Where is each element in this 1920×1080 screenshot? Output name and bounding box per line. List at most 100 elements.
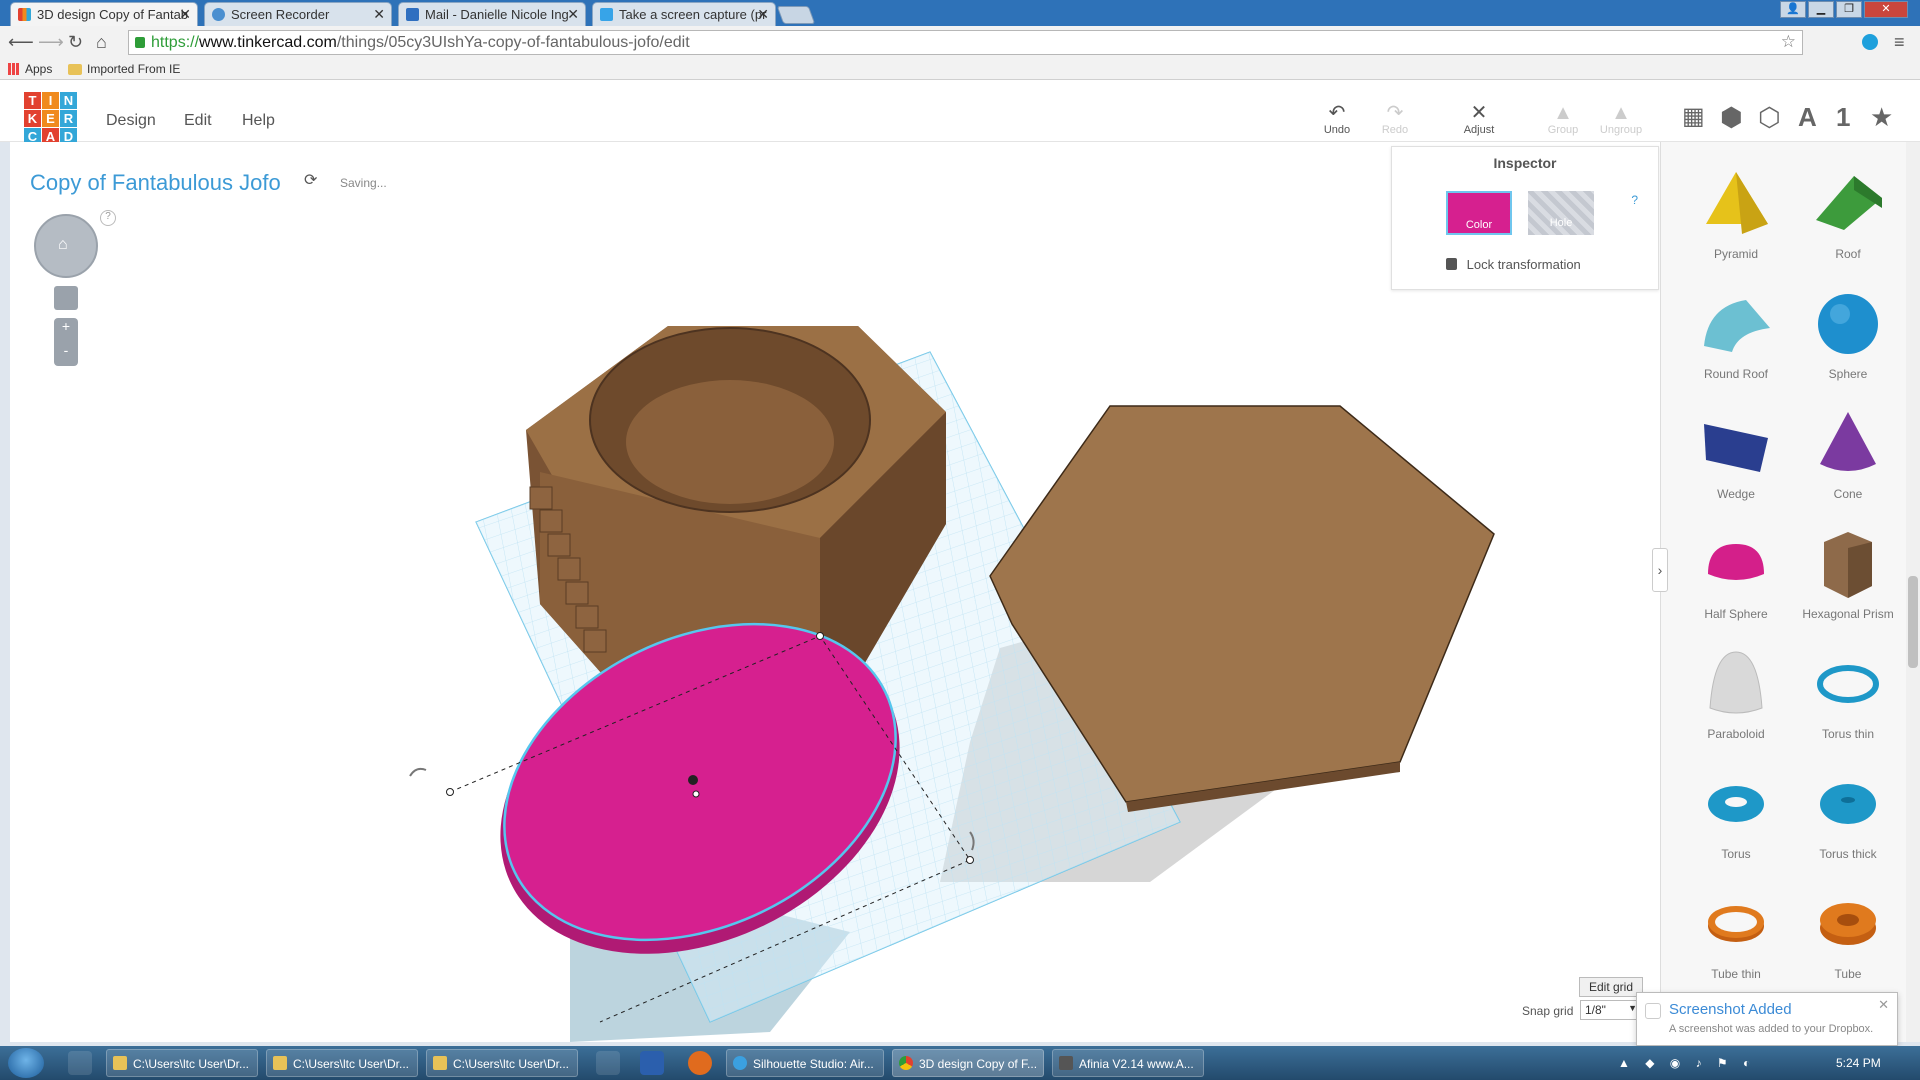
panel-scrollbar[interactable] <box>1906 142 1920 1042</box>
taskbar-chrome-tinkercad[interactable]: 3D design Copy of F... <box>892 1049 1044 1077</box>
zoom-control[interactable]: + - <box>54 318 78 366</box>
adjust-button[interactable]: ✕ Adjust <box>1454 102 1504 136</box>
skype-extension-icon[interactable] <box>1862 34 1878 50</box>
favorites-star-icon[interactable]: ★ <box>1870 102 1893 133</box>
taskbar-folder-1[interactable]: C:\Users\ltc User\Dr... <box>106 1049 258 1077</box>
close-tab-icon[interactable]: ✕ <box>373 6 385 23</box>
inspector-help-icon[interactable]: ? <box>1631 193 1638 207</box>
minimize-button[interactable]: ▁ <box>1808 1 1834 18</box>
browser-tab-recorder[interactable]: Screen Recorder ✕ <box>204 2 392 26</box>
chrome-menu-icon[interactable]: ≡ <box>1894 32 1905 53</box>
home-view-icon[interactable]: ⌂ <box>58 236 68 254</box>
ungroup-icon: ▲ <box>1611 102 1631 124</box>
taskbar-folder-3[interactable]: C:\Users\ltc User\Dr... <box>426 1049 578 1077</box>
tinkercad-logo[interactable]: T I N K E R C A D <box>24 92 77 145</box>
shape-pyramid[interactable]: Pyramid <box>1681 168 1791 261</box>
number-tool-icon[interactable]: 1 <box>1836 102 1850 133</box>
forward-icon[interactable]: ⟶ <box>38 32 64 53</box>
dropbox-notification[interactable]: Screenshot Added A screenshot was added … <box>1636 992 1898 1046</box>
shape-torus-thick[interactable]: Torus thick <box>1793 768 1903 861</box>
shape-cone[interactable]: Cone <box>1793 408 1903 501</box>
user-icon[interactable]: 👤 <box>1780 1 1806 18</box>
shape-roof[interactable]: Roof <box>1793 168 1903 261</box>
ungroup-button[interactable]: ▲ Ungroup <box>1596 102 1646 136</box>
resize-handle[interactable] <box>816 632 824 640</box>
menu-help[interactable]: Help <box>242 112 275 130</box>
new-tab-button[interactable] <box>776 6 816 24</box>
browser-tab-tinkercad[interactable]: 3D design Copy of Fantab ✕ <box>10 2 198 26</box>
shape-sphere[interactable]: Sphere <box>1793 288 1903 381</box>
edit-grid-button[interactable]: Edit grid <box>1579 977 1643 997</box>
zoom-in-icon[interactable]: + <box>54 318 78 334</box>
center-handle[interactable] <box>692 790 700 798</box>
resize-handle[interactable] <box>446 788 454 796</box>
back-icon[interactable]: ⟵ <box>8 32 34 53</box>
lock-icon <box>1446 258 1457 270</box>
navigation-help-icon[interactable]: ? <box>100 210 116 226</box>
zoom-out-icon[interactable]: - <box>54 342 78 358</box>
apps-grid-icon <box>8 63 20 75</box>
bookmark-apps[interactable]: Apps <box>8 62 52 76</box>
logo-letter: E <box>42 110 59 127</box>
snap-grid-select[interactable]: 1/8" ▼ <box>1580 1000 1642 1020</box>
close-tab-icon[interactable]: ✕ <box>757 6 769 23</box>
bookmark-imported-from-ie[interactable]: Imported From IE <box>68 62 180 76</box>
view-cube-button[interactable] <box>54 286 78 310</box>
resize-handle[interactable] <box>966 856 974 864</box>
color-swatch-button[interactable]: Color <box>1446 191 1512 235</box>
logo-letter: T <box>24 92 41 109</box>
group-button[interactable]: ▲ Group <box>1538 102 1588 136</box>
shape-half-sphere[interactable]: Half Sphere <box>1681 528 1791 621</box>
shape-tube-thin[interactable]: Tube thin <box>1681 888 1791 981</box>
wireframe-view-icon[interactable]: ⬡ <box>1758 102 1781 133</box>
adjust-icon: ✕ <box>1470 102 1488 124</box>
taskbar-afinia[interactable]: Afinia V2.14 www.A... <box>1052 1049 1204 1077</box>
bookmark-star-icon[interactable]: ☆ <box>1781 32 1796 52</box>
menu-edit[interactable]: Edit <box>184 112 212 130</box>
tinkercad-header: T I N K E R C A D Design Edit Help ↶ Und… <box>0 80 1920 145</box>
shape-torus-thin[interactable]: Torus thin <box>1793 648 1903 741</box>
shape-torus[interactable]: Torus <box>1681 768 1791 861</box>
grid-view-icon[interactable]: ▦ <box>1682 102 1705 131</box>
lock-transformation-toggle[interactable]: Lock transformation <box>1446 257 1581 272</box>
close-tab-icon[interactable]: ✕ <box>567 6 579 23</box>
folder-icon <box>273 1056 287 1070</box>
undo-button[interactable]: ↶ Undo <box>1312 102 1362 136</box>
browser-tab-mail[interactable]: Mail - Danielle Nicole Ing ✕ <box>398 2 586 26</box>
text-tool-icon[interactable]: A <box>1798 102 1817 133</box>
shape-round-roof[interactable]: Round Roof <box>1681 288 1791 381</box>
browser-tab-screen-capture[interactable]: Take a screen capture (pr ✕ <box>592 2 776 26</box>
taskbar-silhouette-studio[interactable]: Silhouette Studio: Air... <box>726 1049 884 1077</box>
scrollbar-thumb[interactable] <box>1908 576 1918 668</box>
height-handle[interactable] <box>688 775 698 785</box>
close-tab-icon[interactable]: ✕ <box>179 6 191 23</box>
design-title[interactable]: Copy of Fantabulous Jofo <box>30 170 281 196</box>
system-tray-icons[interactable]: ▲ ◆ ◉ ♪ ⚑ ◐ <box>1618 1056 1756 1070</box>
firefox-taskbar-icon[interactable] <box>688 1051 712 1075</box>
url-field[interactable]: https://www.tinkercad.com/things/05cy3UI… <box>128 30 1803 55</box>
shape-hexagonal-prism[interactable]: Hexagonal Prism <box>1793 528 1903 621</box>
redo-button[interactable]: ↷ Redo <box>1370 102 1420 136</box>
hole-swatch-button[interactable]: Hole <box>1528 191 1594 235</box>
refresh-icon[interactable]: ⟳ <box>304 170 317 190</box>
taskbar-clock[interactable]: 5:24 PM <box>1836 1056 1881 1070</box>
folder-icon <box>113 1056 127 1070</box>
media-player-taskbar-icon[interactable] <box>596 1051 620 1075</box>
shape-wedge[interactable]: Wedge <box>1681 408 1791 501</box>
shape-tube[interactable]: Tube <box>1793 888 1903 981</box>
reload-icon[interactable]: ↻ <box>68 32 83 53</box>
collapse-panel-toggle[interactable]: › <box>1652 548 1668 592</box>
home-icon[interactable]: ⌂ <box>96 32 107 53</box>
taskbar-folder-2[interactable]: C:\Users\ltc User\Dr... <box>266 1049 418 1077</box>
shape-paraboloid[interactable]: Paraboloid <box>1681 648 1791 741</box>
ie-taskbar-icon[interactable] <box>68 1051 92 1075</box>
word-taskbar-icon[interactable] <box>640 1051 664 1075</box>
solid-view-icon[interactable]: ⬢ <box>1720 102 1743 133</box>
orbit-control[interactable]: ⌂ <box>34 214 98 278</box>
start-button[interactable] <box>8 1048 44 1078</box>
menu-design[interactable]: Design <box>106 112 156 130</box>
close-notification-icon[interactable]: ✕ <box>1878 997 1889 1013</box>
maximize-button[interactable]: ❐ <box>1836 1 1862 18</box>
close-window-button[interactable]: ✕ <box>1864 1 1908 18</box>
rotate-handle-icon[interactable] <box>409 767 427 777</box>
